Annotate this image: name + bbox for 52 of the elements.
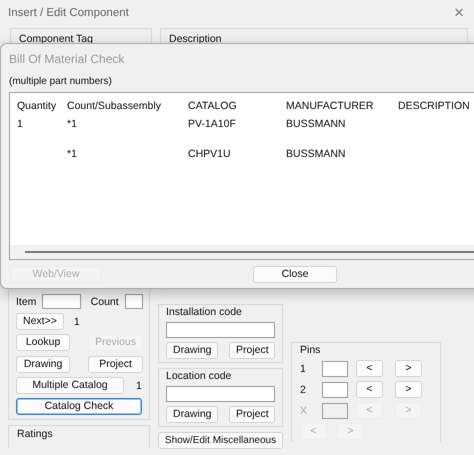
drawing-button[interactable]: Drawing xyxy=(16,356,70,373)
next-button[interactable]: > xyxy=(395,381,422,398)
window-title: Insert / Edit Component xyxy=(8,7,129,19)
project-button[interactable]: Project xyxy=(229,342,275,359)
pin-label: 1 xyxy=(300,362,307,374)
pin-field[interactable] xyxy=(322,360,348,376)
column-header: CATALOG xyxy=(188,100,238,112)
table-cell-text: BUSSMANN xyxy=(286,118,347,130)
group-label: Pins xyxy=(300,344,322,356)
project-button[interactable]: Project xyxy=(229,406,275,423)
lookup-button[interactable]: Lookup xyxy=(16,334,70,351)
catalog-count: 1 xyxy=(136,380,142,392)
item-field[interactable] xyxy=(42,294,81,309)
count-field[interactable] xyxy=(124,294,143,309)
previous-button[interactable]: < xyxy=(356,381,383,398)
column-header: Quantity xyxy=(17,100,58,112)
group-label: Location code xyxy=(166,370,232,382)
show-edit-miscellaneous-button[interactable]: Show/Edit Miscellaneous xyxy=(158,432,283,449)
drawing-button[interactable]: Drawing xyxy=(166,406,218,423)
next-button[interactable]: > xyxy=(395,360,422,377)
item-number: 1 xyxy=(74,316,80,328)
group-label: Description xyxy=(169,33,222,45)
dialog-subtitle: (multiple part numbers) xyxy=(8,75,113,87)
next-button[interactable]: Next>> xyxy=(16,313,64,330)
count-label: Count xyxy=(90,296,119,308)
pin-label: X xyxy=(300,404,308,416)
code-field[interactable] xyxy=(166,386,275,402)
catalog-check-button[interactable]: Catalog Check xyxy=(16,398,142,415)
table-cell-text: *1 xyxy=(67,148,78,160)
column-header: DESCRIPTION xyxy=(398,100,471,112)
table-cell-text: CHPV1U xyxy=(188,148,232,160)
code-field[interactable] xyxy=(166,322,275,338)
multiple-catalog-button[interactable]: Multiple Catalog xyxy=(16,377,124,394)
table-cell-text: 1 xyxy=(17,118,24,130)
table-cell-text: PV-1A10F xyxy=(188,118,237,130)
table-cell-text: *1 xyxy=(67,118,78,130)
scroll-bar[interactable] xyxy=(10,245,474,259)
close-button[interactable]: × xyxy=(454,3,464,23)
previous-button[interactable]: < xyxy=(356,360,383,377)
table-cell-text: BUSSMANN xyxy=(286,148,347,160)
project-button[interactable]: Project xyxy=(88,356,143,373)
group-label: Ratings xyxy=(17,428,53,440)
drawing-button[interactable]: Drawing xyxy=(166,342,218,359)
dialog-title: Bill Of Material Check xyxy=(8,51,126,66)
pin-label: 2 xyxy=(300,384,307,396)
pin-field[interactable] xyxy=(322,382,348,398)
pin-field[interactable] xyxy=(322,402,348,418)
column-header: Count/Subassembly xyxy=(67,100,162,112)
item-label: Item xyxy=(16,296,36,308)
close-button[interactable]: Close xyxy=(253,266,337,283)
group-label: Installation code xyxy=(166,306,243,318)
column-header: MANUFACTURER xyxy=(286,100,375,112)
